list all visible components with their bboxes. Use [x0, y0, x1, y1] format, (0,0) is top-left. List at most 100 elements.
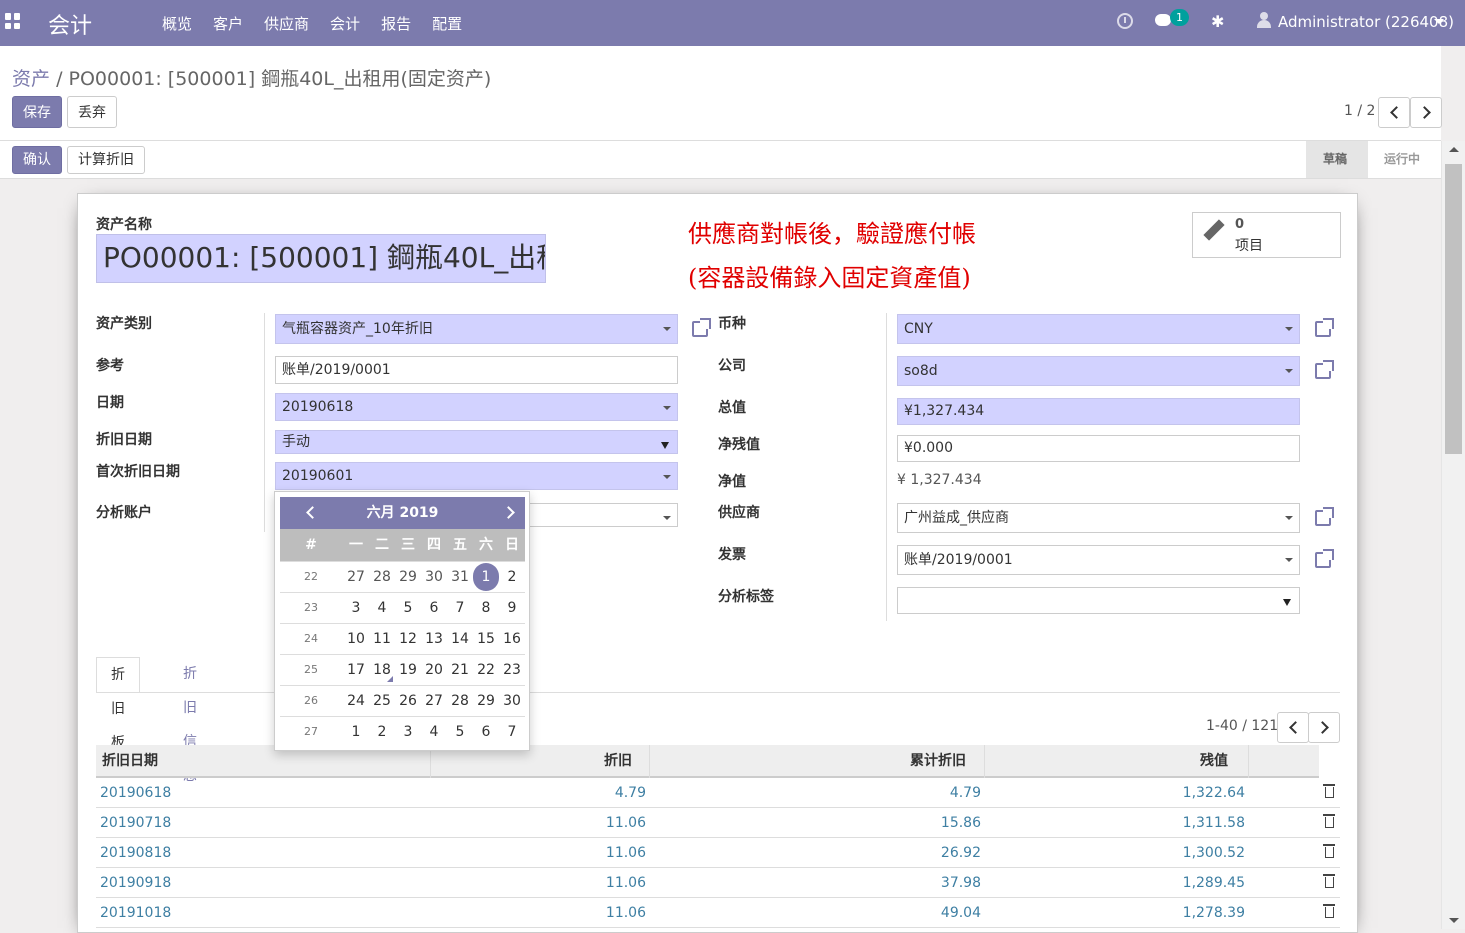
- menu-item-accounting[interactable]: 会计: [330, 13, 360, 34]
- datepicker-day[interactable]: 22: [473, 655, 499, 685]
- menu-item-reports[interactable]: 报告: [381, 13, 411, 34]
- datepicker-day[interactable]: 6: [473, 717, 499, 747]
- row-depreciation[interactable]: 11.06: [430, 898, 646, 928]
- analytic-tags-select[interactable]: [897, 587, 1300, 614]
- datepicker-day[interactable]: 20: [421, 655, 447, 685]
- datepicker-day[interactable]: 19: [395, 655, 421, 685]
- menu-item-overview[interactable]: 概览: [162, 13, 192, 34]
- datepicker-day[interactable]: 5: [395, 593, 421, 623]
- datepicker-day[interactable]: 9: [499, 593, 525, 623]
- tab-depreciation-info[interactable]: 折旧信息: [169, 657, 211, 784]
- category-select[interactable]: 气瓶容器资产_10年折旧: [275, 314, 678, 344]
- row-residual[interactable]: 1,311.58: [984, 808, 1245, 838]
- column-header-date[interactable]: 折旧日期: [102, 745, 158, 778]
- datepicker-day[interactable]: 26: [395, 686, 421, 716]
- first-depreciation-date-input[interactable]: 20190601: [275, 462, 678, 490]
- row-date[interactable]: 20190618: [100, 778, 171, 808]
- datepicker-day[interactable]: 5: [447, 717, 473, 747]
- datepicker-day[interactable]: 17: [343, 655, 369, 685]
- tab-depreciation-board[interactable]: 折旧板: [96, 657, 140, 751]
- datepicker-day[interactable]: 28: [369, 562, 395, 592]
- external-link-icon[interactable]: [692, 318, 711, 337]
- row-date[interactable]: 20190818: [100, 838, 171, 868]
- datepicker-day[interactable]: 4: [421, 717, 447, 747]
- datepicker-day[interactable]: 18: [369, 655, 395, 685]
- scroll-up-arrow-icon[interactable]: [1449, 147, 1459, 152]
- datepicker-day[interactable]: 27: [343, 562, 369, 592]
- trash-icon[interactable]: [1323, 814, 1335, 828]
- journal-items-stat-button[interactable]: 0 项目: [1192, 212, 1341, 258]
- breadcrumb-parent[interactable]: 资产: [12, 68, 50, 90]
- compute-depreciation-button[interactable]: 计算折旧: [67, 146, 145, 174]
- discard-button[interactable]: 丢弃: [67, 96, 117, 128]
- chat-icon[interactable]: [1155, 14, 1171, 26]
- column-header-cumulative[interactable]: 累计折旧: [649, 745, 966, 778]
- asset-name-input[interactable]: PO00001: [500001] 鋼瓶40L_出租用(固定资产): [96, 234, 546, 283]
- invoice-select[interactable]: 账单/2019/0001: [897, 545, 1300, 575]
- reference-input[interactable]: 账单/2019/0001: [275, 356, 678, 384]
- external-link-icon[interactable]: [1315, 318, 1334, 337]
- date-input[interactable]: 20190618: [275, 393, 678, 421]
- table-row[interactable]: 20190618 4.79 4.79 1,322.64: [96, 778, 1340, 808]
- external-link-icon[interactable]: [1315, 549, 1334, 568]
- stage-running[interactable]: 运行中: [1368, 141, 1441, 178]
- pager-next-button[interactable]: [1410, 97, 1442, 128]
- datepicker-day[interactable]: 6: [421, 593, 447, 623]
- trash-icon[interactable]: [1323, 784, 1335, 798]
- datepicker-day[interactable]: 27: [421, 686, 447, 716]
- trash-icon[interactable]: [1323, 874, 1335, 888]
- external-link-icon[interactable]: [1315, 507, 1334, 526]
- depreciation-date-select[interactable]: 手动: [275, 430, 678, 454]
- company-select[interactable]: so8d: [897, 356, 1300, 386]
- scrollbar-thumb[interactable]: [1445, 164, 1462, 454]
- row-cumulative[interactable]: 4.79: [649, 778, 981, 808]
- gross-value-input[interactable]: ¥1,327.434: [897, 398, 1300, 425]
- user-menu-caret-icon[interactable]: [1434, 19, 1444, 24]
- user-menu[interactable]: Administrator (226408): [1278, 13, 1454, 31]
- debug-bug-icon[interactable]: ✱: [1211, 12, 1224, 31]
- datepicker-selected-day[interactable]: 1: [473, 563, 499, 591]
- currency-select[interactable]: CNY: [897, 314, 1300, 344]
- row-residual[interactable]: 1,278.39: [984, 898, 1245, 928]
- activity-clock-icon[interactable]: [1117, 13, 1133, 29]
- pager-prev-button[interactable]: [1378, 97, 1410, 128]
- datepicker-day[interactable]: 30: [499, 686, 525, 716]
- page-scrollbar[interactable]: [1441, 141, 1465, 929]
- datepicker-day[interactable]: 2: [499, 562, 525, 592]
- datepicker-day[interactable]: 1: [343, 717, 369, 747]
- datepicker-day[interactable]: 7: [447, 593, 473, 623]
- lines-prev-button[interactable]: [1277, 712, 1309, 743]
- menu-item-customers[interactable]: 客户: [213, 13, 243, 34]
- row-date[interactable]: 20190918: [100, 868, 171, 898]
- row-cumulative[interactable]: 15.86: [649, 808, 981, 838]
- datepicker-day[interactable]: 4: [369, 593, 395, 623]
- table-row[interactable]: 20190718 11.06 15.86 1,311.58: [96, 808, 1340, 838]
- datepicker-day[interactable]: 8: [473, 593, 499, 623]
- external-link-icon[interactable]: [1315, 360, 1334, 379]
- datepicker-day[interactable]: 28: [447, 686, 473, 716]
- row-depreciation[interactable]: 11.06: [430, 868, 646, 898]
- datepicker-day[interactable]: 12: [395, 624, 421, 654]
- datepicker-day[interactable]: 23: [499, 655, 525, 685]
- confirm-button[interactable]: 确认: [12, 146, 62, 174]
- datepicker-day[interactable]: 16: [499, 624, 525, 654]
- datepicker-day[interactable]: 24: [343, 686, 369, 716]
- row-residual[interactable]: 1,322.64: [984, 778, 1245, 808]
- row-date[interactable]: 20191018: [100, 898, 171, 928]
- row-depreciation[interactable]: 11.06: [430, 808, 646, 838]
- column-header-residual[interactable]: 残值: [984, 745, 1228, 778]
- datepicker-day[interactable]: 31: [447, 562, 473, 592]
- datepicker-day[interactable]: 3: [395, 717, 421, 747]
- table-row[interactable]: 20190918 11.06 37.98 1,289.45: [96, 868, 1340, 898]
- trash-icon[interactable]: [1323, 904, 1335, 918]
- datepicker-month-title[interactable]: 六月 2019: [280, 497, 525, 529]
- apps-menu-icon[interactable]: [5, 13, 21, 29]
- salvage-value-input[interactable]: ¥0.000: [897, 435, 1300, 462]
- menu-item-config[interactable]: 配置: [432, 13, 462, 34]
- save-button[interactable]: 保存: [12, 96, 62, 128]
- row-residual[interactable]: 1,289.45: [984, 868, 1245, 898]
- datepicker-day[interactable]: 10: [343, 624, 369, 654]
- datepicker-day[interactable]: 7: [499, 717, 525, 747]
- datepicker-day[interactable]: 21: [447, 655, 473, 685]
- stage-draft[interactable]: 草稿: [1306, 141, 1368, 178]
